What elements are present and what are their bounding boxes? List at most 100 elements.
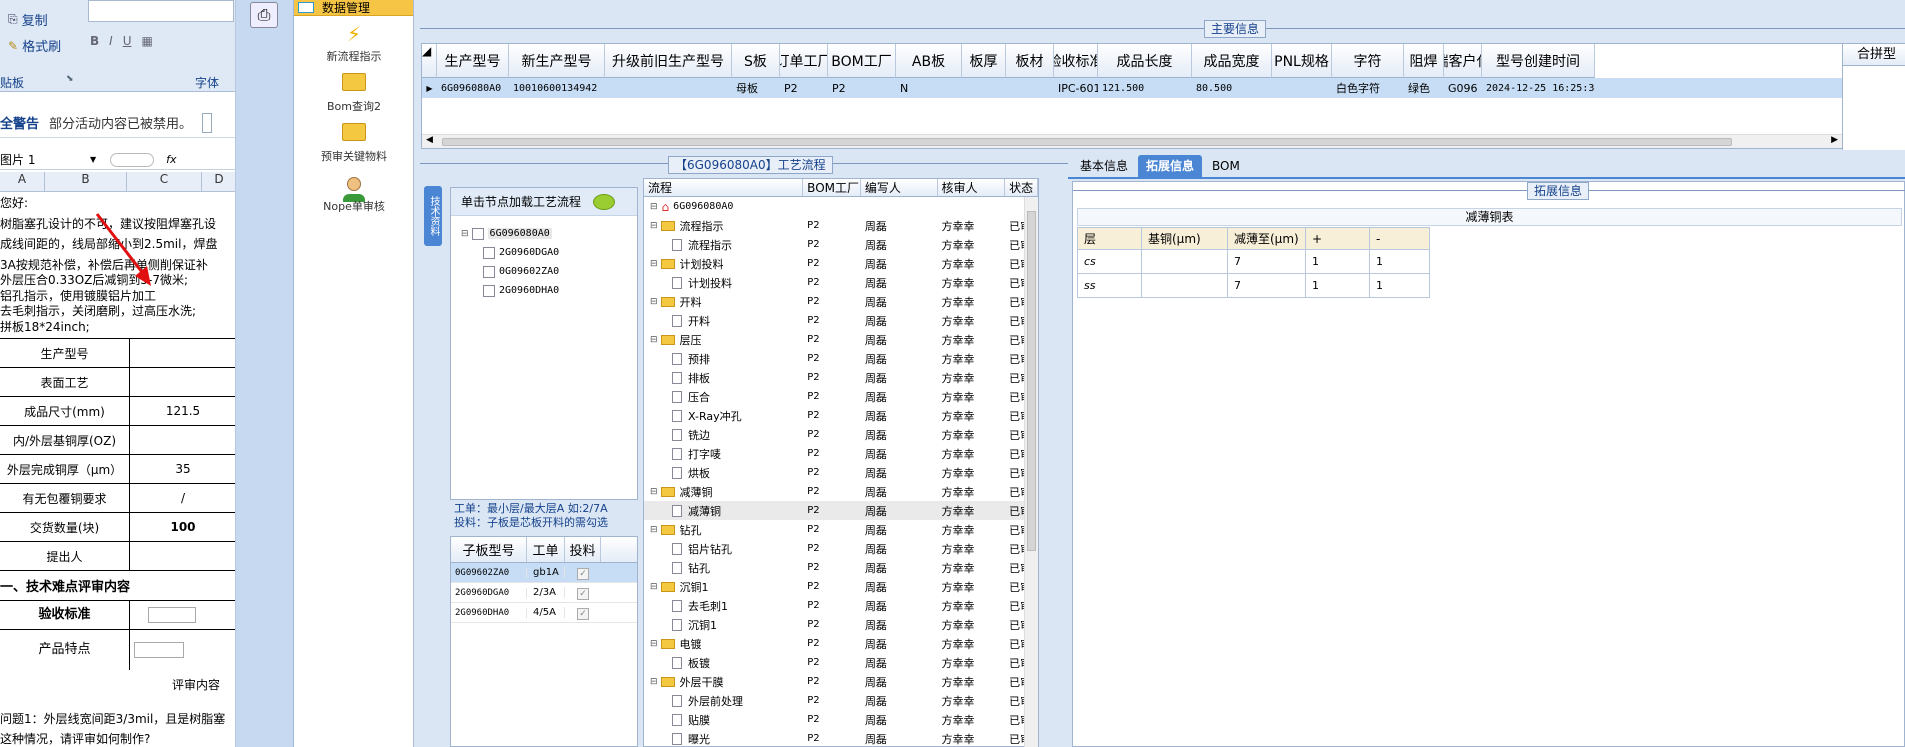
grid-cell[interactable]: P2 xyxy=(828,82,896,95)
column-header[interactable]: 型号创建时间 xyxy=(1482,44,1595,78)
thinning-column-header[interactable]: 减薄至(μm) xyxy=(1227,227,1306,250)
column-header[interactable]: 板厚 xyxy=(962,44,1006,78)
format-painter-button[interactable]: ✎ 格式刷 xyxy=(8,36,61,56)
horizontal-scrollbar[interactable]: ▶ ◀ xyxy=(422,134,1842,148)
thinning-cell[interactable]: 1 xyxy=(1305,273,1370,298)
sub-table-cell[interactable]: 2G0960DGA0 xyxy=(451,587,527,598)
name-box-dropdown-icon[interactable]: ▼ xyxy=(90,155,96,164)
tab-extended-info[interactable]: 拓展信息 xyxy=(1138,155,1203,177)
sheet-table-value[interactable]: 35 xyxy=(130,455,235,483)
tech-data-side-tab[interactable]: 技术资料 xyxy=(424,186,442,246)
flow-row[interactable]: 贴膜P2周磊方幸幸已审核 xyxy=(644,710,1038,729)
thinning-cell[interactable] xyxy=(1141,273,1228,298)
grid-cell[interactable]: 白色字符 xyxy=(1332,80,1404,96)
tree-node-root[interactable]: ⊟ 6G096080A0 xyxy=(461,224,637,243)
underline-button[interactable]: U xyxy=(123,34,132,48)
flow-node[interactable]: 贴膜 xyxy=(644,712,803,728)
column-header[interactable]: 成品长度 xyxy=(1098,44,1192,78)
border-icon[interactable]: ▦ xyxy=(142,34,153,48)
sub-table-cell[interactable]: ✓ xyxy=(565,585,601,600)
flow-node[interactable]: X-Ray冲孔 xyxy=(644,408,803,424)
flow-root-node[interactable]: ⊟ ⌂ 6G096080A0 xyxy=(644,197,1038,216)
flow-row[interactable]: ⊟减薄铜P2周磊方幸幸已审核 xyxy=(644,482,1038,501)
flow-row[interactable]: 去毛刺1P2周磊方幸幸已审核 xyxy=(644,596,1038,615)
flow-row[interactable]: 外层前处理P2周磊方幸幸已审核 xyxy=(644,691,1038,710)
flow-node[interactable]: 计划投料 xyxy=(644,275,803,291)
row-indicator-icon[interactable]: ▶ xyxy=(422,84,437,93)
sheet-table-value[interactable]: 121.5 xyxy=(130,397,235,425)
sub-table-column-header[interactable]: 子板型号 xyxy=(451,537,527,562)
collapse-icon[interactable]: ⊟ xyxy=(650,525,658,535)
sheet-table-value[interactable] xyxy=(130,368,235,396)
flow-row[interactable]: ⊟开料P2周磊方幸幸已审核 xyxy=(644,292,1038,311)
flow-node[interactable]: 曝光 xyxy=(644,731,803,747)
sheet-table-value[interactable]: 100 xyxy=(130,513,235,541)
grid-cell[interactable]: N xyxy=(896,82,962,95)
sheet-table-value[interactable] xyxy=(130,339,235,367)
column-header[interactable]: 成品宽度 xyxy=(1192,44,1272,78)
sub-table-cell[interactable]: 2G0960DHA0 xyxy=(451,607,527,618)
column-header[interactable]: AB板 xyxy=(896,44,962,78)
flow-column-header[interactable]: 状态 xyxy=(1005,179,1038,196)
flow-row[interactable]: 排板P2周磊方幸幸已审核 xyxy=(644,368,1038,387)
flow-node[interactable]: ⊟ 电镀 xyxy=(644,636,803,652)
italic-button[interactable]: I xyxy=(109,34,113,48)
column-header[interactable]: 生产型号 xyxy=(437,44,509,78)
flow-row[interactable]: 预排P2周磊方幸幸已审核 xyxy=(644,349,1038,368)
thinning-table-row[interactable]: ss 7 1 1 xyxy=(1077,273,1430,298)
column-header-a[interactable]: A xyxy=(0,172,45,191)
flow-node[interactable]: 流程指示 xyxy=(644,237,803,253)
flow-node[interactable]: ⊟ 流程指示 xyxy=(644,218,803,234)
tree-node[interactable]: 2G0960DHA0 xyxy=(461,281,637,300)
column-header[interactable]: 升级前旧生产型号 xyxy=(605,44,732,78)
flow-node[interactable]: ⊟ 外层干膜 xyxy=(644,674,803,690)
thinning-column-header[interactable]: 层 xyxy=(1077,227,1142,250)
flow-node[interactable]: 沉铜1 xyxy=(644,617,803,633)
options-button[interactable] xyxy=(202,112,213,133)
flow-node[interactable]: 预排 xyxy=(644,351,803,367)
column-header[interactable]: S板 xyxy=(732,44,780,78)
flow-row[interactable]: 计划投料P2周磊方幸幸已审核 xyxy=(644,273,1038,292)
sub-table-cell[interactable]: ✓ xyxy=(565,565,601,580)
nav-item[interactable]: Nope单审核 xyxy=(294,172,414,214)
tree-node[interactable]: 2G0960DGA0 xyxy=(461,243,637,262)
tab-bom[interactable]: BOM xyxy=(1204,155,1248,177)
collapse-icon[interactable]: ⊟ xyxy=(650,259,658,269)
sub-table-row[interactable]: 2G0960DGA0 2/3A ✓ xyxy=(451,583,637,603)
flow-node[interactable]: 烘板 xyxy=(644,465,803,481)
flow-column-header[interactable]: 流程 xyxy=(644,179,804,196)
scroll-right-icon[interactable]: ▶ xyxy=(1831,135,1838,145)
column-header-b[interactable]: B xyxy=(45,172,127,191)
flow-row[interactable]: 沉铜1P2周磊方幸幸已审核 xyxy=(644,615,1038,634)
flow-row[interactable]: ⊟钻孔P2周磊方幸幸已审核 xyxy=(644,520,1038,539)
nav-item[interactable]: Bom查询2 xyxy=(294,72,414,114)
sub-table-cell[interactable]: ✓ xyxy=(565,605,601,620)
grid-cell[interactable]: 母板 xyxy=(732,80,780,96)
sub-table-cell[interactable]: 4/5A xyxy=(527,607,565,618)
flow-row[interactable]: 压合P2周磊方幸幸已审核 xyxy=(644,387,1038,406)
sub-table-cell[interactable]: 2/3A xyxy=(527,587,565,598)
scrollbar-thumb[interactable] xyxy=(1027,211,1036,551)
nav-top-item[interactable]: 数据管理 xyxy=(294,0,413,16)
font-size-box[interactable] xyxy=(88,0,234,22)
thinning-cell[interactable]: 7 xyxy=(1227,273,1306,298)
flow-column-header[interactable]: 编写人 xyxy=(861,179,938,196)
sub-table-cell[interactable]: 0G09602ZA0 xyxy=(451,567,527,578)
flow-row[interactable]: ⊟外层干膜P2周磊方幸幸已审核 xyxy=(644,672,1038,691)
column-header[interactable]: 验收标准 xyxy=(1054,44,1098,78)
sheet-table-value[interactable] xyxy=(130,542,235,570)
thinning-column-header[interactable]: + xyxy=(1305,227,1370,250)
thinning-cell[interactable] xyxy=(1141,249,1228,274)
flow-node[interactable]: ⊟ 开料 xyxy=(644,294,803,310)
formula-cancel-icon[interactable] xyxy=(110,152,155,167)
sheet-table-label[interactable]: 提出人 xyxy=(0,542,130,570)
sheet-table-value[interactable]: / xyxy=(130,484,235,512)
thinning-column-header[interactable]: 基铜(μm) xyxy=(1141,227,1228,250)
grid-cell[interactable]: 80.500 xyxy=(1192,83,1272,94)
flow-row[interactable]: 板镀P2周磊方幸幸已审核 xyxy=(644,653,1038,672)
flow-node[interactable]: 打字唛 xyxy=(644,446,803,462)
thinning-cell[interactable]: cs xyxy=(1077,249,1142,274)
sub-table-row[interactable]: 0G09602ZA0 gb1A ✓ xyxy=(451,563,637,583)
flow-node[interactable]: ⊟ 计划投料 xyxy=(644,256,803,272)
thinning-cell[interactable]: 1 xyxy=(1305,249,1370,274)
